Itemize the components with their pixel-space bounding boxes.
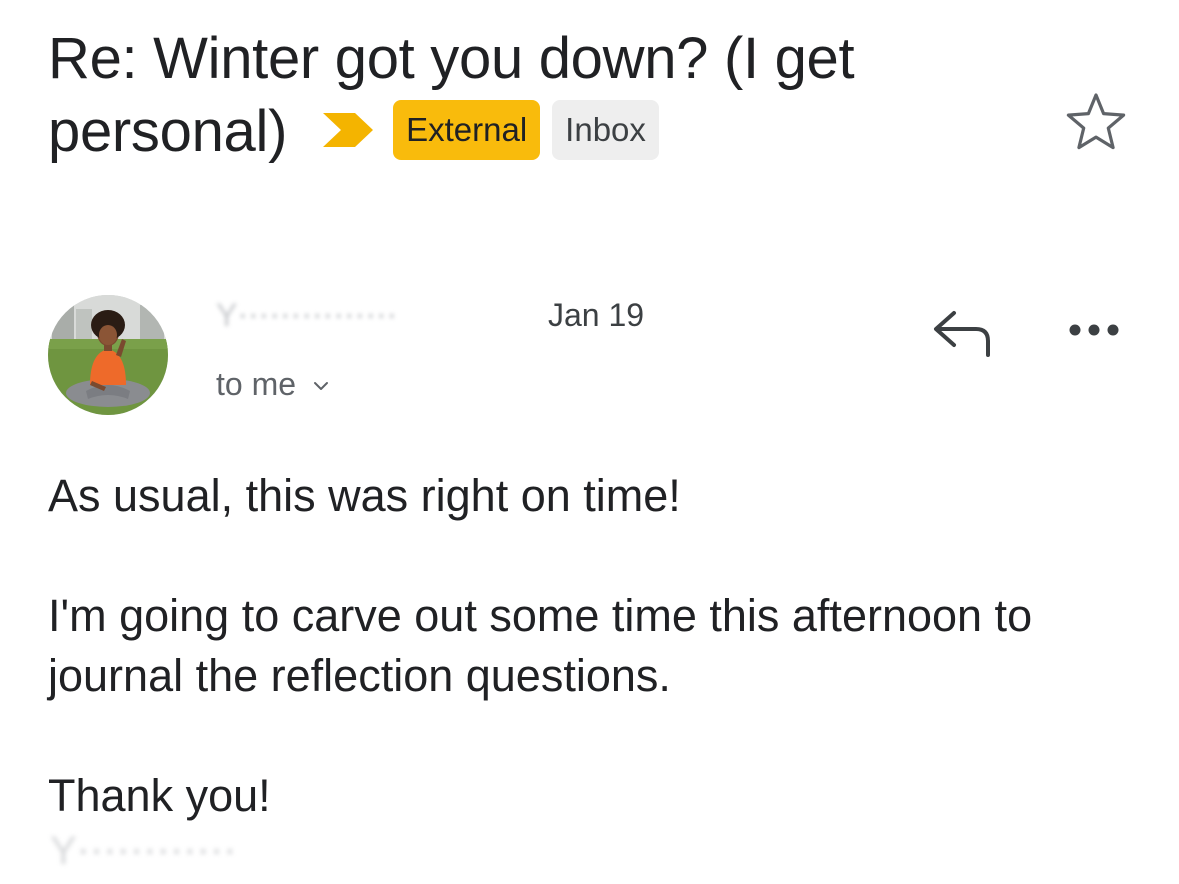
- reply-icon[interactable]: [928, 305, 996, 361]
- sender-name-redacted[interactable]: Y⋯⋯⋯⋯⋯: [216, 293, 546, 337]
- sender-line: Y⋯⋯⋯⋯⋯ Jan 19: [216, 293, 644, 337]
- signature-redacted: Y⋯⋯⋯⋯: [50, 829, 237, 873]
- chevron-down-icon: [314, 382, 329, 390]
- body-line-3: Thank you!: [48, 770, 271, 821]
- body-line-1: As usual, this was right on time!: [48, 470, 681, 521]
- label-inbox[interactable]: Inbox: [552, 99, 659, 160]
- recipient-text: to me: [216, 366, 297, 402]
- recipient-details-toggle[interactable]: to me: [216, 362, 330, 406]
- body-line-2: I'm going to carve out some time this af…: [48, 590, 1033, 701]
- sender-avatar[interactable]: [48, 295, 168, 415]
- more-options-icon[interactable]: [1062, 310, 1126, 350]
- email-body: As usual, this was right on time! I'm go…: [48, 466, 1148, 826]
- avatar-photo: [48, 295, 168, 415]
- importance-marker-icon[interactable]: [321, 111, 375, 149]
- email-subject: Re: Winter got you down? (I get personal…: [48, 22, 1048, 168]
- label-external[interactable]: External: [393, 99, 541, 160]
- email-date: Jan 19: [548, 297, 645, 333]
- star-icon[interactable]: [1064, 90, 1128, 154]
